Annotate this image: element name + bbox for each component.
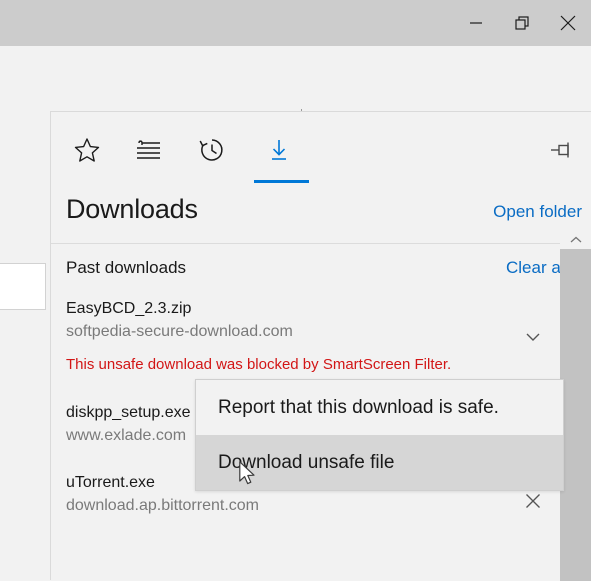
page-content-remnant [0,263,46,310]
window-title-bar [0,0,591,46]
minimize-button[interactable] [453,0,499,46]
close-x-icon [522,490,544,517]
scrollbar-up-button[interactable] [560,232,591,249]
download-more-actions-button[interactable] [518,324,548,354]
download-arrow-icon [264,135,294,170]
star-icon [72,135,102,170]
chevron-up-icon [569,232,583,250]
window-controls [453,0,591,46]
browser-toolbar [0,46,591,145]
history-clock-icon [197,135,227,170]
download-context-menu: Report that this download is safe. Downl… [195,379,564,491]
hub-tab-reading-list[interactable] [121,124,177,180]
menu-item-report-safe[interactable]: Report that this download is safe. [196,380,563,435]
hub-tab-downloads[interactable] [251,124,307,180]
hub-tab-history[interactable] [184,124,240,180]
download-remove-button[interactable] [518,488,548,518]
downloads-hub-panel: Downloads Open folder Past downloads Cle… [50,111,591,581]
pin-pane-button[interactable] [533,124,589,180]
past-downloads-section-header: Past downloads Clear all [51,244,561,298]
download-warning-text: This unsafe download was blocked by Smar… [66,356,452,373]
download-host: download.ap.bittorrent.com [66,497,259,514]
hub-tab-selected-underline [254,180,309,183]
reading-list-icon [133,135,165,170]
open-folder-link[interactable]: Open folder [493,202,582,222]
download-filename: EasyBCD_2.3.zip [66,300,192,317]
close-icon [557,12,579,34]
menu-item-download-unsafe[interactable]: Download unsafe file [196,435,563,490]
hub-title-row: Downloads Open folder [51,194,591,242]
restore-icon [512,13,532,33]
restore-button[interactable] [499,0,545,46]
chevron-down-icon [523,327,543,352]
close-button[interactable] [545,0,591,46]
download-host: softpedia-secure-download.com [66,323,293,340]
hub-tab-strip [51,112,591,184]
hub-scrollbar[interactable] [560,232,591,581]
section-label: Past downloads [66,258,187,277]
scrollbar-thumb[interactable] [560,249,591,581]
minimize-icon [466,13,486,33]
clear-all-link[interactable]: Clear all [506,258,561,278]
pin-icon [547,136,575,169]
page-title: Downloads [66,194,198,224]
hub-tab-favorites[interactable] [59,124,115,180]
